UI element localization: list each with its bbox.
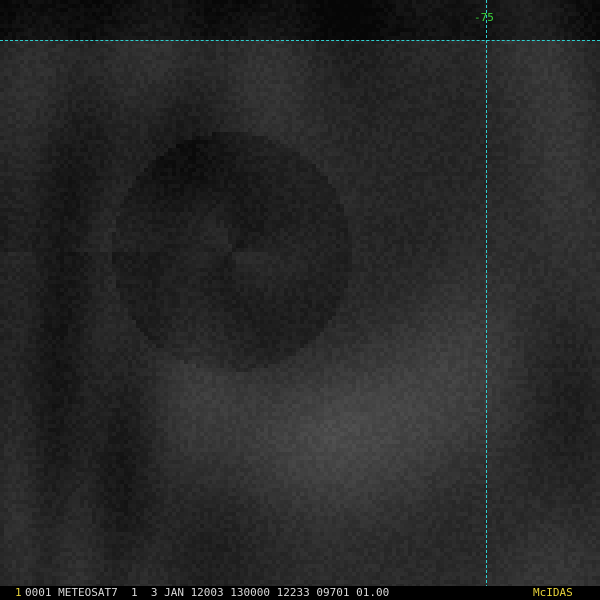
mcidas-brand-label: McIDAS [533,586,573,599]
satellite-imagery[interactable] [0,0,600,600]
longitude-label: -75 [474,11,494,24]
frame-number: 1 [15,586,22,599]
image-info-text: 0001 METEOSAT7 1 3 JAN 12003 130000 1223… [25,586,390,599]
status-bar: 1 0001 METEOSAT7 1 3 JAN 12003 130000 12… [0,586,600,600]
satellite-image-viewer[interactable]: -75 1 0001 METEOSAT7 1 3 JAN 12003 13000… [0,0,600,600]
